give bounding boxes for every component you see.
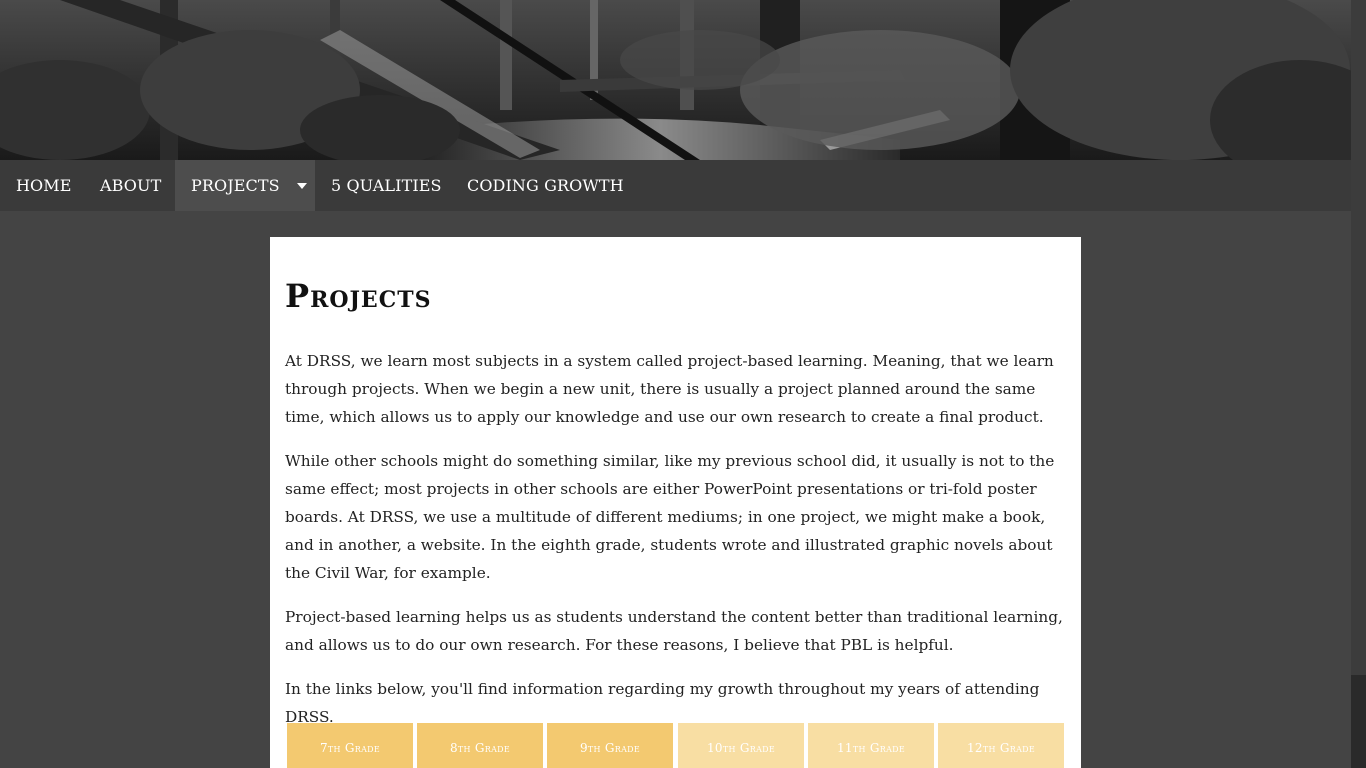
- nav-item-label: ABOUT: [100, 176, 162, 195]
- grade-button-8th[interactable]: 8th Grade: [417, 723, 543, 768]
- nav-item-label: CODING GROWTH: [467, 176, 624, 195]
- vertical-scrollbar-thumb[interactable]: [1351, 675, 1366, 768]
- page-title: Projects: [285, 277, 432, 315]
- page: HOME ABOUT PROJECTS 5 QUALITIES CODING G…: [0, 0, 1366, 768]
- vertical-scrollbar-track[interactable]: [1351, 0, 1366, 768]
- grade-links-row: 7th Grade 8th Grade 9th Grade 10th Grade…: [287, 723, 1067, 768]
- nav-item-label: HOME: [16, 176, 72, 195]
- content-card: Projects At DRSS, we learn most subjects…: [270, 237, 1081, 768]
- nav-item-label: PROJECTS: [191, 176, 280, 195]
- grade-button-9th[interactable]: 9th Grade: [547, 723, 673, 768]
- nav-item-5-qualities[interactable]: 5 QUALITIES: [315, 160, 458, 211]
- nav-item-about[interactable]: ABOUT: [84, 160, 177, 211]
- paragraph-benefits: Project-based learning helps us as stude…: [285, 608, 1063, 654]
- paragraph-intro: At DRSS, we learn most subjects in a sys…: [285, 352, 1054, 426]
- grade-button-12th[interactable]: 12th Grade: [938, 723, 1064, 768]
- nav-item-projects[interactable]: PROJECTS: [175, 160, 315, 211]
- header-forest-image: [0, 0, 1351, 160]
- nav-item-home[interactable]: HOME: [0, 160, 88, 211]
- paragraph-comparison: While other schools might do something s…: [285, 452, 1055, 582]
- dropdown-caret-icon[interactable]: [296, 183, 307, 189]
- nav-item-label: 5 QUALITIES: [331, 176, 442, 195]
- main-navigation: HOME ABOUT PROJECTS 5 QUALITIES CODING G…: [0, 160, 1351, 211]
- grade-button-7th[interactable]: 7th Grade: [287, 723, 413, 768]
- nav-item-coding-growth[interactable]: CODING GROWTH: [451, 160, 640, 211]
- grade-button-11th[interactable]: 11th Grade: [808, 723, 934, 768]
- grade-button-10th[interactable]: 10th Grade: [678, 723, 804, 768]
